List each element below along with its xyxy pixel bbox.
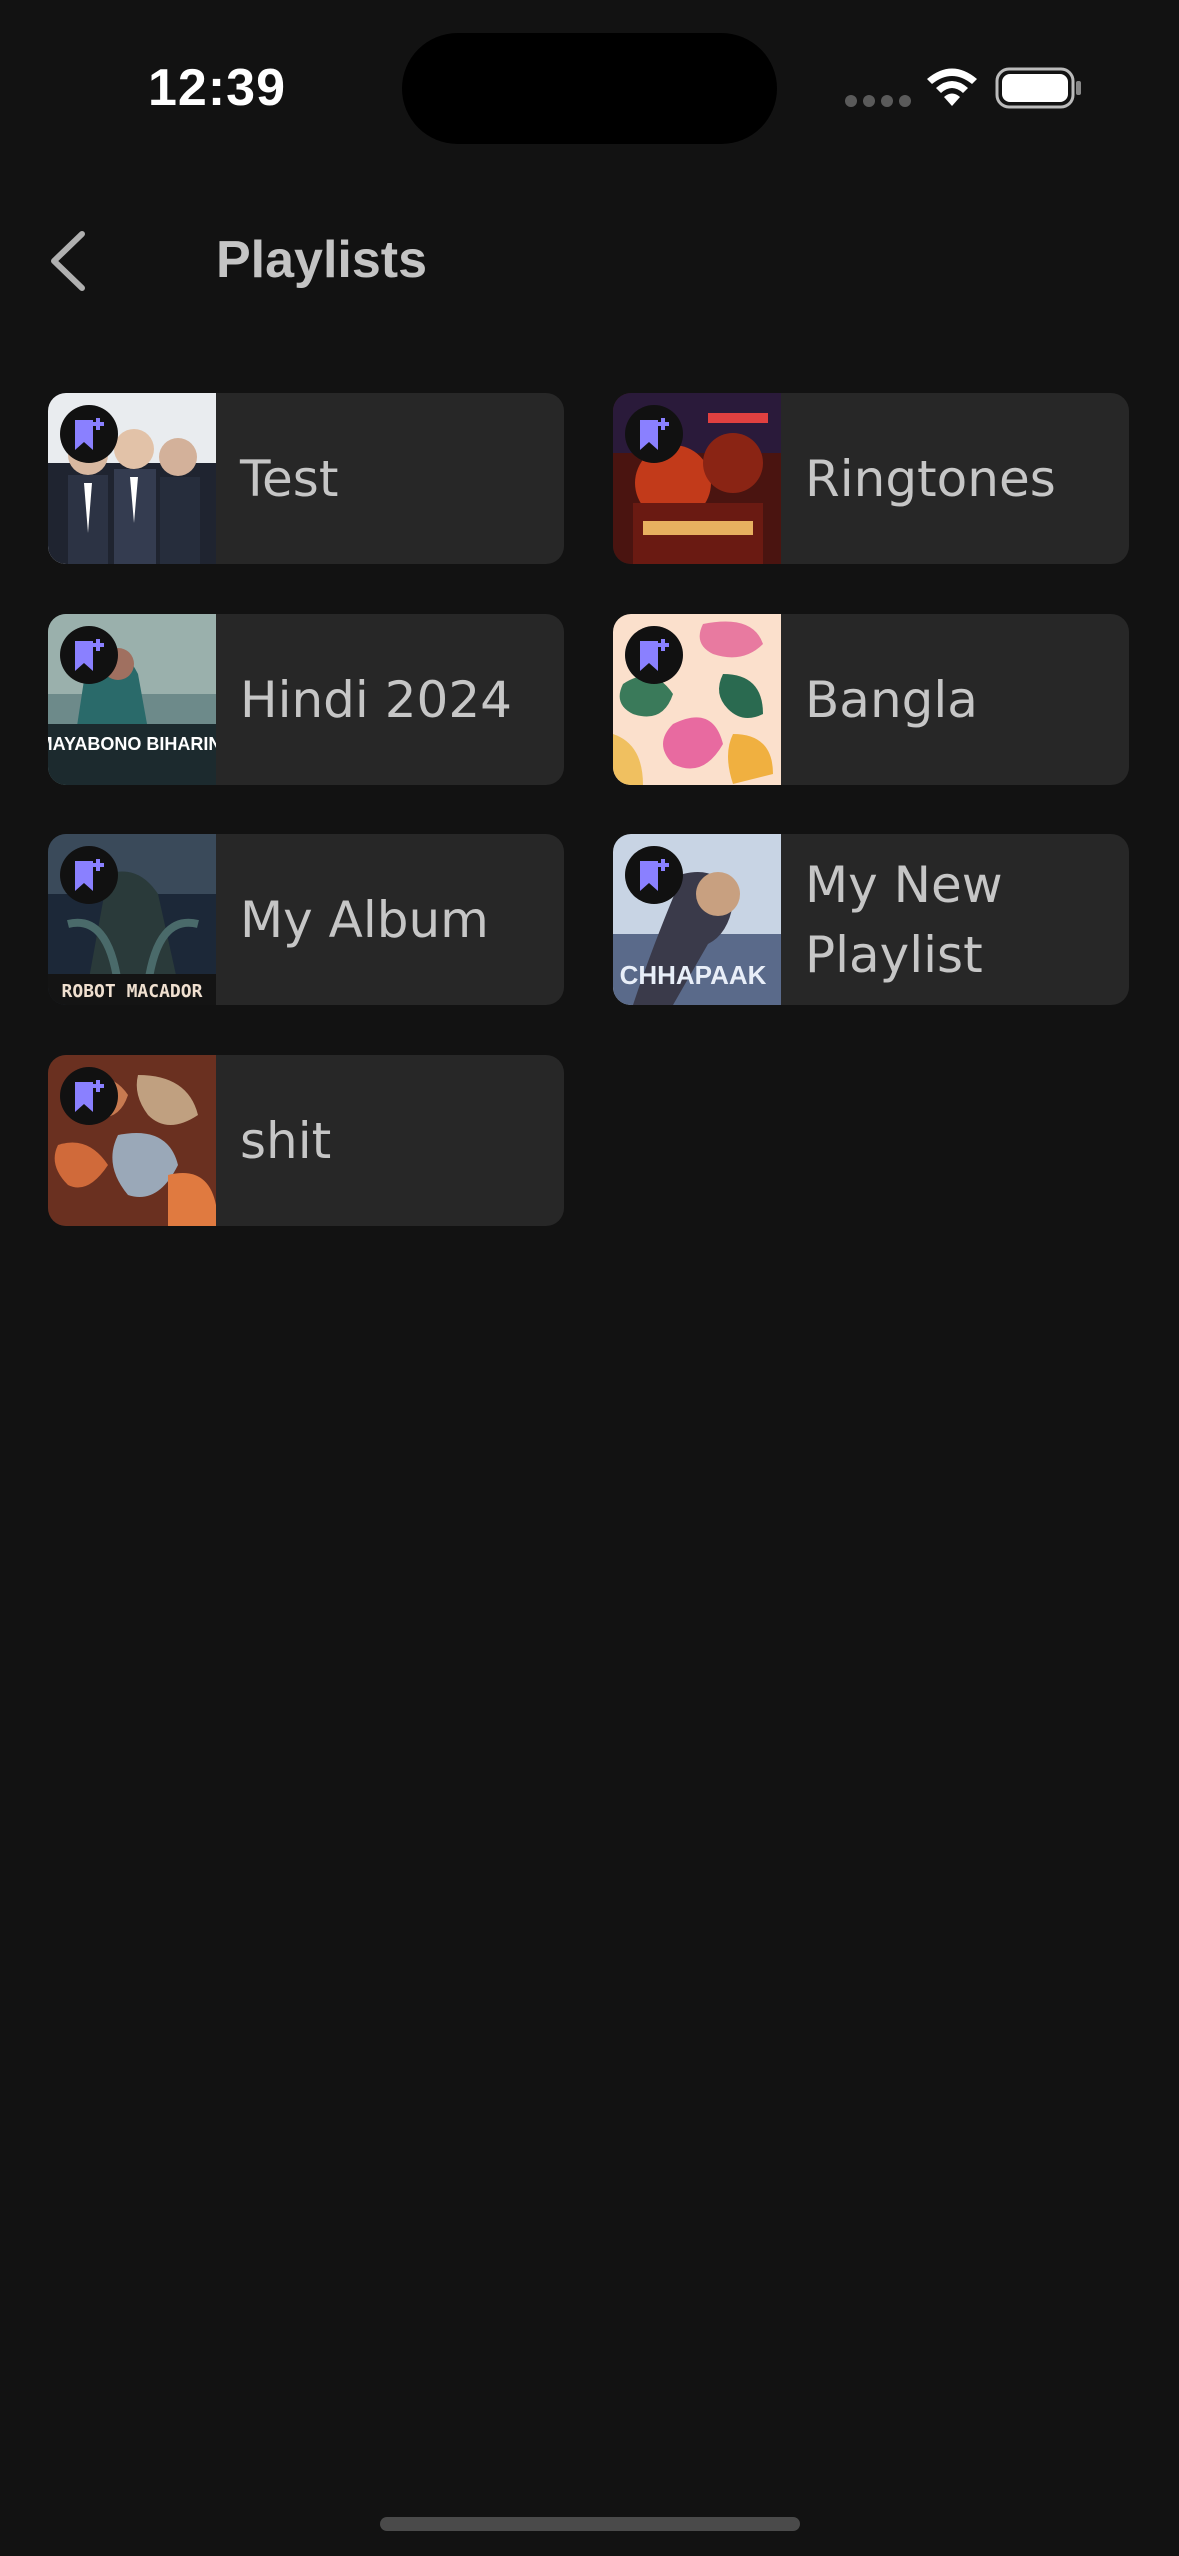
wifi-icon [927, 68, 977, 106]
playlist-card-my-album[interactable]: ROBOT MACADOR My Album [48, 834, 564, 1005]
playlist-card-bangla[interactable]: Bangla [613, 614, 1129, 785]
playlist-name: Hindi 2024 [240, 670, 512, 729]
playlist-badge [60, 626, 118, 684]
playlist-cover: MAYABONO BIHARINI [48, 614, 216, 785]
cover-text: MAYABONO BIHARINI [48, 734, 216, 754]
playlist-name: shit [240, 1111, 332, 1170]
playlist-cover [613, 614, 781, 785]
playlist-card-test[interactable]: Test [48, 393, 564, 564]
cellular-signal-icon [845, 95, 911, 107]
bookmark-add-icon [75, 1080, 104, 1112]
playlist-badge [60, 846, 118, 904]
playlist-card-my-new-playlist[interactable]: CHHAPAAK My New Playlist [613, 834, 1129, 1005]
home-indicator[interactable] [380, 2517, 800, 2531]
cover-text: ROBOT MACADOR [62, 981, 203, 1002]
chevron-left-icon [51, 231, 85, 291]
playlist-cover [48, 393, 216, 564]
playlist-name: Ringtones [805, 449, 1056, 508]
bookmark-add-icon [640, 639, 669, 671]
playlist-cover [613, 393, 781, 564]
playlist-name: Bangla [805, 670, 978, 729]
playlist-cover [48, 1055, 216, 1226]
playlist-name: My New Playlist [805, 855, 1003, 984]
playlist-badge [625, 626, 683, 684]
page-title: Playlists [216, 231, 428, 289]
playlist-name: My Album [240, 890, 489, 949]
cover-text: CHHAPAAK [620, 960, 767, 990]
back-button[interactable] [40, 225, 96, 297]
playlist-card-shit[interactable]: shit [48, 1055, 564, 1226]
playlist-cover: CHHAPAAK [613, 834, 781, 1005]
battery-icon [995, 67, 1081, 109]
playlist-card-hindi-2024[interactable]: MAYABONO BIHARINI Hindi 2024 [48, 614, 564, 785]
playlist-cover: ROBOT MACADOR [48, 834, 216, 1005]
playlist-badge [60, 405, 118, 463]
bookmark-add-icon [75, 639, 104, 671]
bookmark-add-icon [75, 859, 104, 891]
playlist-badge [625, 405, 683, 463]
dynamic-island [402, 33, 777, 144]
bookmark-add-icon [75, 418, 104, 450]
playlist-card-ringtones[interactable]: Ringtones [613, 393, 1129, 564]
bookmark-add-icon [640, 859, 669, 891]
playlist-badge [60, 1067, 118, 1125]
status-time: 12:39 [148, 59, 286, 117]
bookmark-add-icon [640, 418, 669, 450]
playlist-name: Test [240, 449, 339, 508]
playlist-badge [625, 846, 683, 904]
